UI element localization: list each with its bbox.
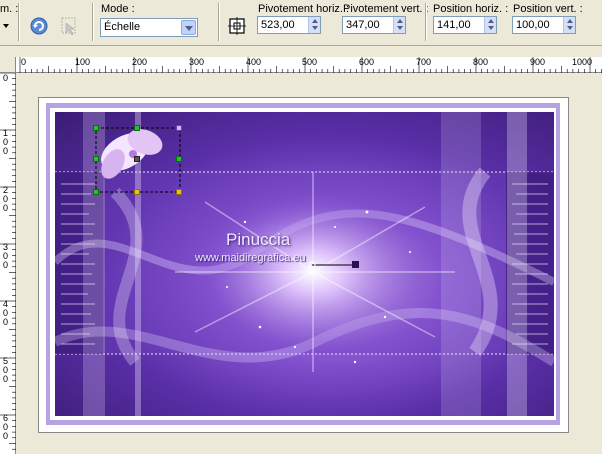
ruler-corner: [0, 57, 16, 73]
toolbar-separator: [425, 3, 427, 41]
edge-handle-right[interactable]: [176, 156, 182, 162]
pivot-horizontal-field[interactable]: 523,00: [257, 16, 321, 34]
ruler-label: 800: [473, 57, 489, 67]
pivot-vertical-value: 347,00: [346, 19, 380, 31]
toolbar-gap: [0, 47, 602, 57]
preset-dropdown-arrow-icon[interactable]: [3, 24, 9, 28]
ruler-label: 300: [189, 57, 205, 67]
pivot-horizontal-value: 523,00: [261, 19, 295, 31]
corner-handle-top-left[interactable]: [93, 125, 99, 131]
ruler-label: 400: [246, 57, 262, 67]
position-vertical-field[interactable]: 100,00: [512, 16, 576, 34]
watermark-title: Pinuccia: [226, 230, 291, 249]
ruler-label: 700: [416, 57, 432, 67]
spinner-arrows-icon[interactable]: [563, 17, 575, 33]
corner-handle-bottom-right[interactable]: [176, 189, 182, 195]
position-horizontal-value: 141,00: [437, 19, 471, 31]
mode-label: Mode :: [101, 3, 135, 15]
ruler-label: 100: [2, 128, 8, 156]
ruler-label: 400: [2, 299, 8, 327]
vertical-ruler: 0 100 200 300 400 500 600: [0, 73, 16, 454]
artwork-image[interactable]: Pinuccia www.maidiregrafica.eu: [55, 112, 554, 416]
ruler-label: 0: [21, 57, 27, 67]
ruler-label: 0: [2, 73, 8, 83]
ruler-label: 200: [2, 185, 8, 213]
ruler-label: 600: [359, 57, 375, 67]
pivot-vertical-label: Pivotement vert. :: [343, 3, 429, 15]
position-vertical-label: Position vert. :: [513, 3, 583, 15]
ruler-label: 900: [530, 57, 546, 67]
ruler-label: 500: [2, 356, 8, 384]
reset-button[interactable]: [28, 15, 50, 37]
pivot-point-icon: [228, 17, 246, 35]
transform-arrow-icon: [61, 17, 76, 36]
edge-handle-bottom[interactable]: [134, 189, 140, 195]
transform-button[interactable]: [58, 15, 80, 37]
spinner-arrows-icon[interactable]: [393, 17, 405, 33]
edge-handle-top[interactable]: [134, 125, 140, 131]
spinner-arrows-icon[interactable]: [308, 17, 320, 33]
spinner-arrows-icon[interactable]: [484, 17, 496, 33]
pivot-horizontal-label: Pivotement horiz. :: [258, 3, 350, 15]
ruler-label: 1000: [572, 57, 593, 67]
position-horizontal-label: Position horiz. :: [433, 3, 509, 15]
ruler-label: 300: [2, 242, 8, 270]
corner-handle-bottom-left[interactable]: [93, 189, 99, 195]
ruler-label: 600: [2, 413, 8, 441]
ruler-label: 200: [132, 57, 148, 67]
deform-tool-options-toolbar: m. : Mode : Échelle Pivotement horiz. :: [0, 0, 602, 46]
pivot-point-button[interactable]: [226, 15, 248, 37]
toolbar-separator: [92, 3, 94, 41]
mode-select-value: Échelle: [104, 21, 141, 33]
position-horizontal-field[interactable]: 141,00: [433, 16, 497, 34]
corner-handle-top-right[interactable]: [176, 125, 182, 131]
horizontal-ruler: 0 100 200 300 400 500 600 700 800 900 10…: [16, 57, 602, 73]
edge-handle-left[interactable]: [93, 156, 99, 162]
ruler-label: 100: [75, 57, 91, 67]
partial-label: m. :: [0, 3, 19, 15]
chevron-down-icon[interactable]: [181, 20, 196, 35]
center-handle[interactable]: [134, 156, 140, 162]
reset-icon: [30, 17, 48, 35]
watermark-website: www.maidiregrafica.eu: [195, 252, 306, 264]
ruler-label: 500: [302, 57, 318, 67]
position-vertical-value: 100,00: [516, 19, 550, 31]
artwork-graphics: [55, 112, 554, 416]
toolbar-separator: [218, 3, 220, 41]
toolbar-separator: [18, 3, 20, 41]
mode-select[interactable]: Échelle: [100, 18, 198, 37]
pivot-vertical-field[interactable]: 347,00: [342, 16, 406, 34]
